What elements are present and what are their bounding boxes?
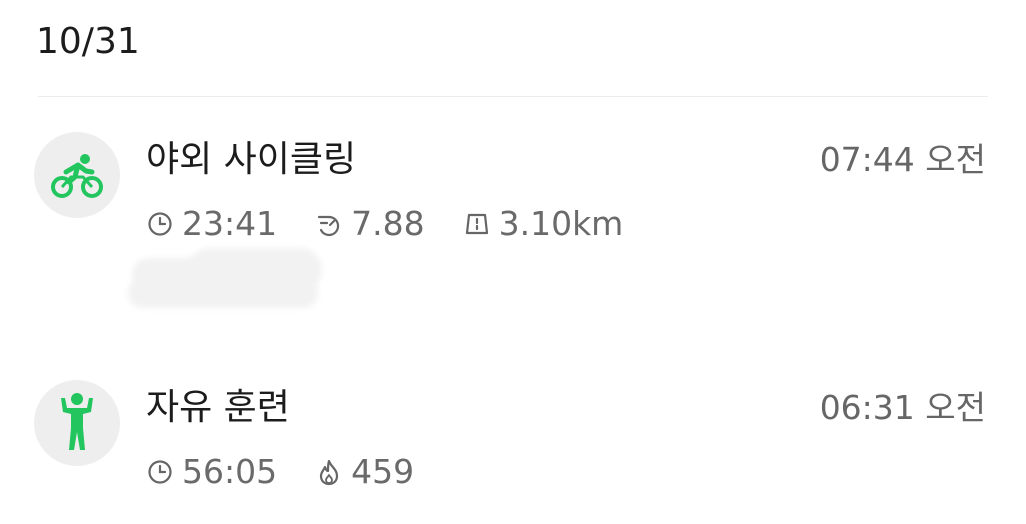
duration-value: 56:05 xyxy=(182,452,278,491)
distance-value: 3.10km xyxy=(498,204,624,243)
workout-avatar xyxy=(34,132,120,218)
calories-stat: 459 xyxy=(315,448,414,496)
workout-title: 자유 훈련 xyxy=(146,387,290,428)
workout-title: 야외 사이클링 xyxy=(146,139,357,180)
workout-item-cycling[interactable]: 야외 사이클링 07:44 오전 23:41 7.88 3.10km xyxy=(0,130,1026,330)
workout-avatar xyxy=(34,380,120,466)
speed-value: 7.88 xyxy=(351,204,425,243)
flame-icon xyxy=(315,458,343,486)
duration-value: 23:41 xyxy=(182,204,278,243)
workout-item-free-training[interactable]: 자유 훈련 06:31 오전 56:05 459 xyxy=(0,378,1026,518)
calories-value: 459 xyxy=(351,452,415,491)
date-header: 10/31 xyxy=(36,21,140,62)
clock-icon xyxy=(146,458,174,486)
road-icon xyxy=(463,210,491,238)
duration-stat: 23:41 xyxy=(146,200,277,248)
speed-stat: 7.88 xyxy=(315,200,425,248)
workout-time: 07:44 오전 xyxy=(819,140,986,179)
clock-icon xyxy=(146,210,174,238)
speed-icon xyxy=(315,210,343,238)
cycling-icon xyxy=(51,154,103,198)
duration-stat: 56:05 xyxy=(146,448,277,496)
standing-person-icon xyxy=(61,393,93,450)
distance-stat: 3.10km xyxy=(463,200,624,248)
blurred-note xyxy=(128,248,324,314)
workout-stats: 23:41 7.88 3.10km xyxy=(146,200,661,248)
workout-stats: 56:05 459 xyxy=(146,448,452,496)
divider xyxy=(38,96,988,97)
workout-time: 06:31 오전 xyxy=(819,388,986,427)
